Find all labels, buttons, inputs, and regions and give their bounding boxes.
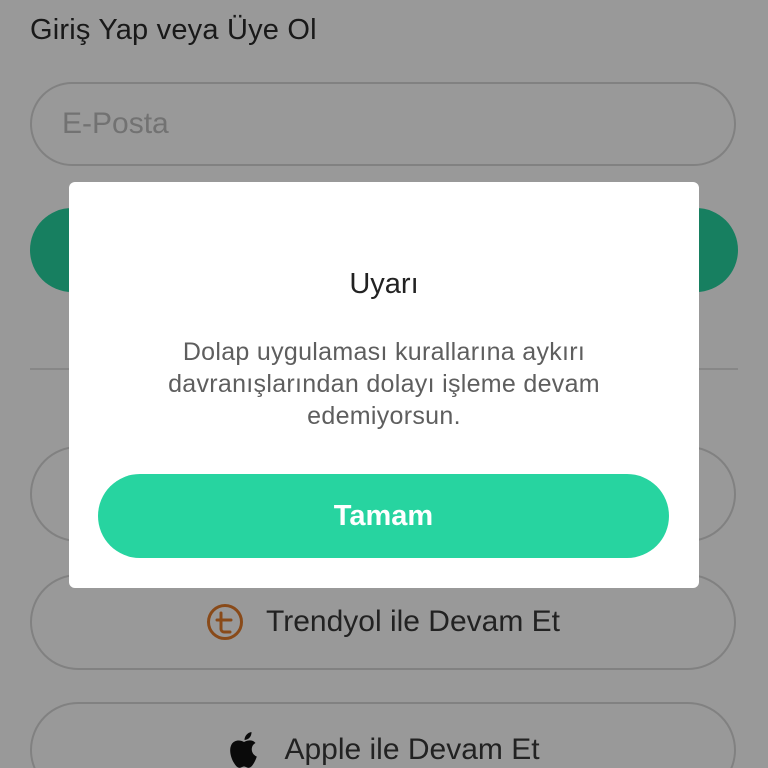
dialog-message: Dolap uygulaması kurallarına aykırı davr…: [168, 338, 600, 430]
login-screen: Giriş Yap veya Üye Ol Trendyol ile Devam…: [0, 0, 768, 768]
ok-button[interactable]: Tamam: [98, 474, 669, 558]
dialog-title: Uyarı: [349, 268, 419, 300]
